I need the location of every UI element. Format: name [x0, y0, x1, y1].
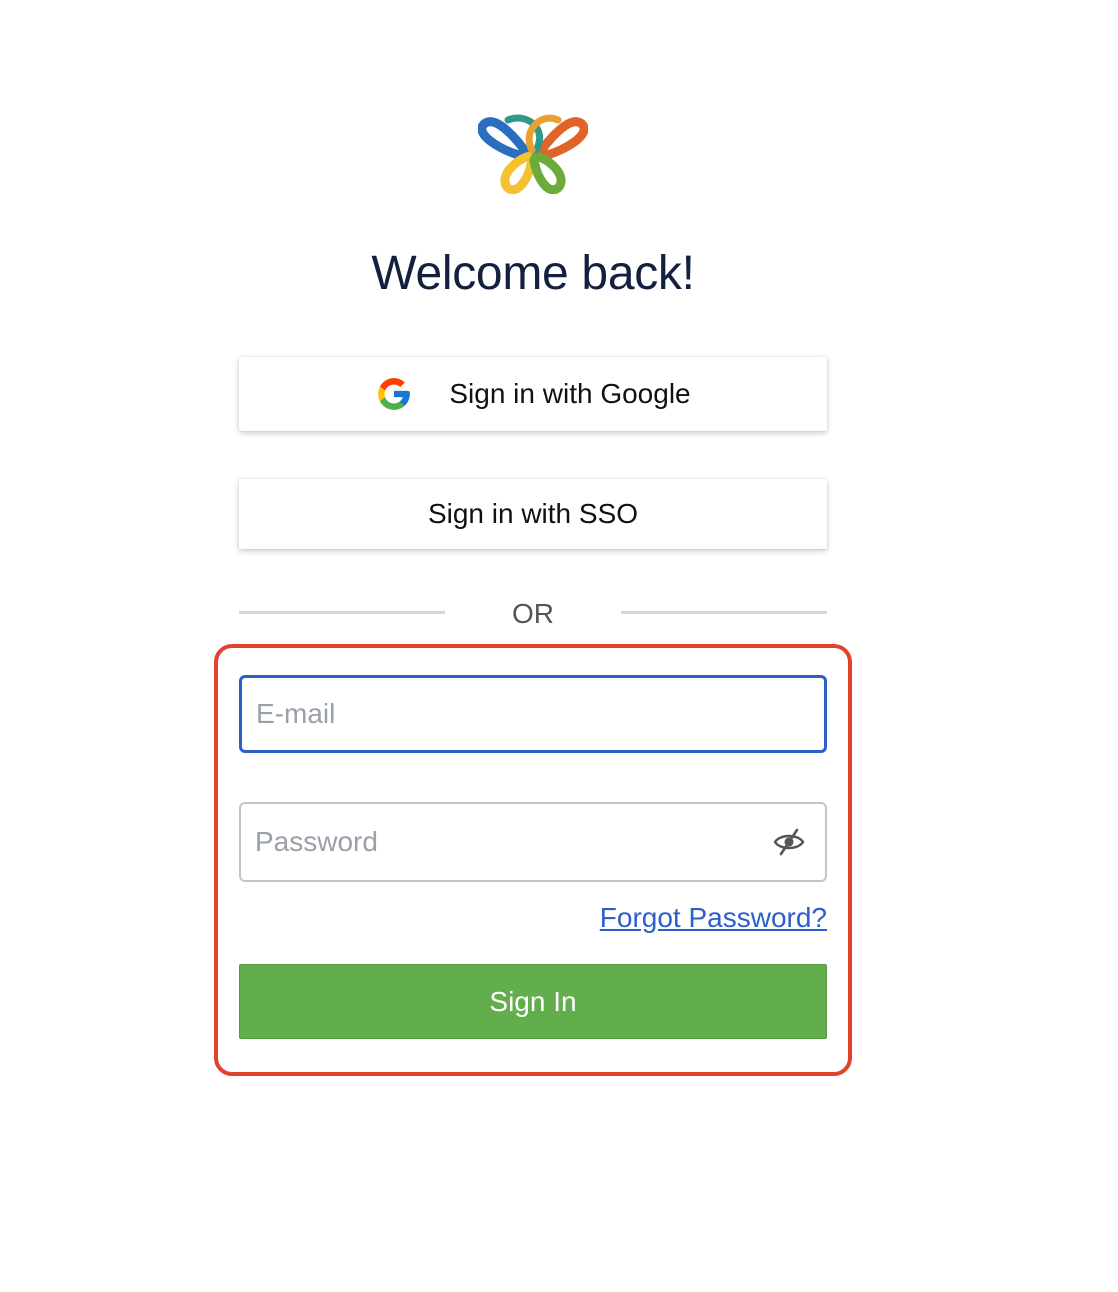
forgot-password-link[interactable]: Forgot Password? — [596, 902, 827, 934]
google-g-icon — [378, 378, 411, 410]
google-signin-label: Sign in with Google — [449, 378, 691, 409]
sso-signin-label: Sign in with SSO — [427, 498, 639, 529]
password-field[interactable] — [239, 802, 827, 882]
divider-left — [239, 611, 445, 614]
butterfly-logo-icon — [478, 114, 588, 194]
sso-signin-button[interactable]: Sign in with SSO — [239, 479, 827, 549]
password-field-wrapper — [239, 802, 827, 882]
divider-right — [621, 611, 827, 614]
page-title: Welcome back! — [371, 247, 695, 300]
login-page: Welcome back! Sign in with Google Sign i… — [0, 0, 1118, 1292]
eye-slash-icon[interactable] — [773, 828, 805, 856]
sign-in-button[interactable]: Sign In — [239, 964, 827, 1039]
divider-or-text: OR — [512, 598, 554, 629]
google-signin-button[interactable]: Sign in with Google — [239, 357, 827, 431]
email-field[interactable] — [239, 675, 827, 753]
